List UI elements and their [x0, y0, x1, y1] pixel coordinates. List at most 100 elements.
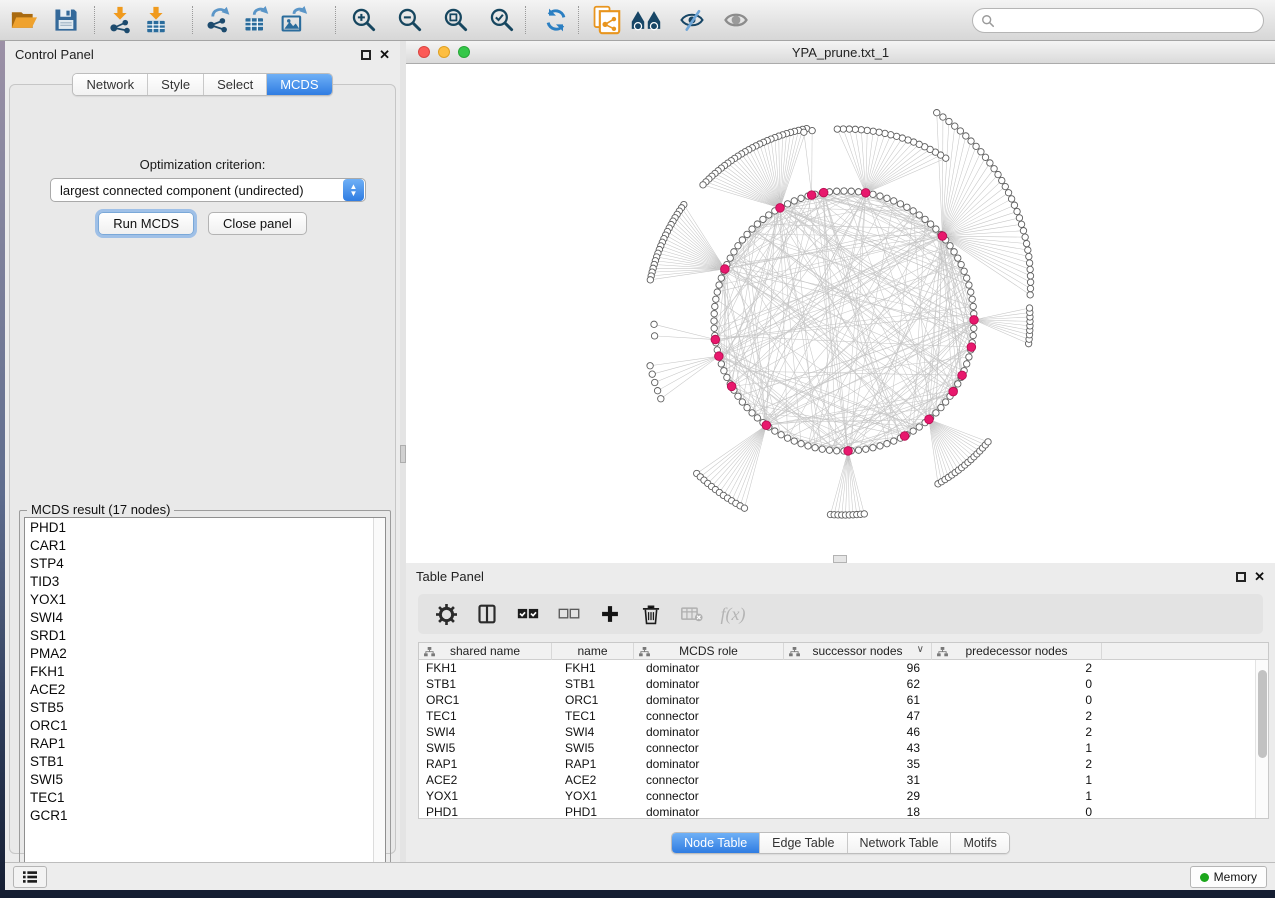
- graph-satellite-node[interactable]: [946, 118, 952, 124]
- binoculars-icon[interactable]: [630, 5, 662, 35]
- memory-button[interactable]: Memory: [1190, 866, 1267, 888]
- graph-satellite-node[interactable]: [647, 277, 653, 283]
- horizontal-splitter-handle[interactable]: [833, 555, 847, 563]
- graph-node[interactable]: [724, 374, 730, 380]
- graph-node[interactable]: [870, 191, 876, 197]
- graph-satellite-node[interactable]: [1008, 196, 1014, 202]
- show-eye-icon[interactable]: [720, 5, 752, 35]
- export-network-icon[interactable]: [202, 5, 234, 35]
- mcds-result-item[interactable]: STB5: [25, 698, 385, 716]
- graph-dominator-node[interactable]: [721, 265, 730, 274]
- refresh-icon[interactable]: [540, 5, 572, 35]
- graph-node[interactable]: [966, 282, 972, 288]
- graph-satellite-node[interactable]: [649, 371, 655, 377]
- graph-satellite-node[interactable]: [934, 110, 940, 116]
- graph-node[interactable]: [933, 226, 939, 232]
- graph-node[interactable]: [910, 428, 916, 434]
- graph-node[interactable]: [877, 443, 883, 449]
- mcds-result-item[interactable]: FKH1: [25, 662, 385, 680]
- graph-satellite-node[interactable]: [999, 177, 1005, 183]
- graph-node[interactable]: [712, 303, 718, 309]
- graph-node[interactable]: [749, 226, 755, 232]
- graph-dominator-node[interactable]: [844, 447, 853, 456]
- graph-dominator-node[interactable]: [967, 343, 976, 352]
- graph-node[interactable]: [766, 212, 772, 218]
- graph-satellite-node[interactable]: [840, 126, 846, 132]
- graph-node[interactable]: [910, 208, 916, 214]
- tab-node-table[interactable]: Node Table: [672, 833, 760, 853]
- close-panel-button[interactable]: Close panel: [208, 212, 307, 235]
- graph-satellite-node[interactable]: [1027, 292, 1033, 298]
- sort-arrow-icon[interactable]: ∨: [917, 644, 924, 655]
- table-row[interactable]: SWI4SWI4dominator462: [419, 724, 1254, 740]
- mcds-result-item[interactable]: SWI4: [25, 608, 385, 626]
- graph-node[interactable]: [754, 415, 760, 421]
- graph-node[interactable]: [731, 249, 737, 255]
- graph-node[interactable]: [966, 354, 972, 360]
- mcds-result-item[interactable]: RAP1: [25, 734, 385, 752]
- graph-node[interactable]: [711, 311, 717, 317]
- column-header-successor-nodes[interactable]: successor nodes∨: [784, 643, 932, 660]
- mcds-result-item[interactable]: SWI5: [25, 770, 385, 788]
- graph-satellite-node[interactable]: [864, 127, 870, 133]
- graph-node[interactable]: [904, 204, 910, 210]
- graph-satellite-node[interactable]: [940, 114, 946, 120]
- graph-node[interactable]: [891, 198, 897, 204]
- tab-edge-table[interactable]: Edge Table: [760, 833, 847, 853]
- graph-node[interactable]: [711, 325, 717, 331]
- mcds-result-item[interactable]: STP4: [25, 554, 385, 572]
- mcds-result-item[interactable]: CAR1: [25, 536, 385, 554]
- graph-dominator-node[interactable]: [925, 415, 934, 424]
- graph-node[interactable]: [798, 195, 804, 201]
- graph-node[interactable]: [863, 446, 869, 452]
- task-history-button[interactable]: [13, 866, 47, 888]
- graph-dominator-node[interactable]: [861, 189, 870, 198]
- graph-node[interactable]: [819, 446, 825, 452]
- graph-node[interactable]: [955, 255, 961, 261]
- column-header-predecessor-nodes[interactable]: predecessor nodes: [932, 643, 1102, 660]
- graph-node[interactable]: [951, 249, 957, 255]
- graph-node[interactable]: [744, 231, 750, 237]
- mcds-list-scrollbar[interactable]: [373, 518, 385, 876]
- tab-motifs[interactable]: Motifs: [951, 833, 1008, 853]
- graph-satellite-node[interactable]: [652, 379, 658, 385]
- graph-dominator-node[interactable]: [900, 432, 909, 441]
- graph-satellite-node[interactable]: [658, 396, 664, 402]
- graph-satellite-node[interactable]: [846, 126, 852, 132]
- graph-node[interactable]: [826, 447, 832, 453]
- split-panel-icon[interactable]: [475, 602, 499, 626]
- graph-node[interactable]: [718, 361, 724, 367]
- graph-dominator-node[interactable]: [970, 316, 979, 325]
- graph-node[interactable]: [938, 404, 944, 410]
- graph-node[interactable]: [754, 221, 760, 227]
- graph-node[interactable]: [971, 325, 977, 331]
- graph-satellite-node[interactable]: [700, 182, 706, 188]
- mcds-result-item[interactable]: TEC1: [25, 788, 385, 806]
- graph-node[interactable]: [721, 368, 727, 374]
- table-row[interactable]: PHD1PHD1dominator180: [419, 804, 1254, 820]
- graph-node[interactable]: [877, 193, 883, 199]
- column-header-MCDS-role[interactable]: MCDS role: [634, 643, 784, 660]
- graph-satellite-node[interactable]: [1020, 228, 1026, 234]
- graph-node[interactable]: [714, 289, 720, 295]
- graph-satellite-node[interactable]: [1016, 215, 1022, 221]
- graph-satellite-node[interactable]: [978, 149, 984, 155]
- graph-satellite-node[interactable]: [973, 143, 979, 149]
- table-scrollbar[interactable]: [1255, 660, 1268, 818]
- tab-style[interactable]: Style: [148, 74, 204, 95]
- column-header-name[interactable]: name: [552, 643, 634, 660]
- graph-node[interactable]: [716, 282, 722, 288]
- graph-node[interactable]: [884, 441, 890, 447]
- graph-node[interactable]: [964, 275, 970, 281]
- graph-satellite-node[interactable]: [858, 127, 864, 133]
- graph-satellite-node[interactable]: [963, 133, 969, 139]
- graph-satellite-node[interactable]: [1027, 266, 1033, 272]
- graph-node[interactable]: [784, 435, 790, 441]
- graph-node[interactable]: [718, 275, 724, 281]
- tab-network[interactable]: Network: [73, 74, 148, 95]
- graph-node[interactable]: [749, 410, 755, 416]
- graph-satellite-node[interactable]: [968, 138, 974, 144]
- mcds-result-item[interactable]: GCR1: [25, 806, 385, 824]
- graph-node[interactable]: [760, 216, 766, 222]
- graph-node[interactable]: [916, 424, 922, 430]
